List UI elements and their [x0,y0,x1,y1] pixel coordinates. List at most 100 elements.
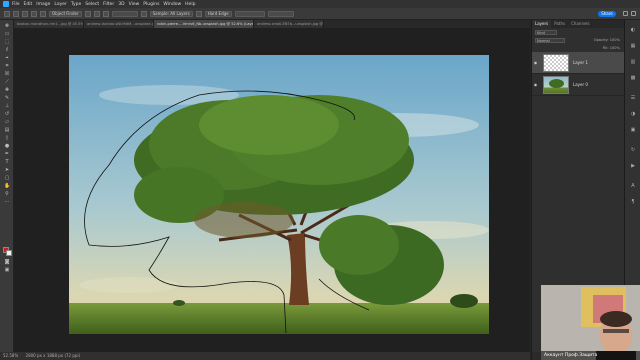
frame-tool-icon[interactable]: ☒ [4,72,10,77]
history-panel-icon[interactable]: ↻ [630,148,636,153]
menu-bar: File Edit Image Layer Type Select Filter… [0,0,640,8]
menu-plugins[interactable]: Plugins [143,2,159,7]
layer-row[interactable]: ◉ Layer 0 [532,74,624,96]
patterns-panel-icon[interactable]: ▩ [630,76,636,81]
share-button[interactable]: Share [598,11,616,17]
sample-all-layers[interactable]: Sample: All Layers [149,10,193,17]
blur-tool-icon[interactable]: ◊ [4,136,10,141]
hard-edge-label[interactable]: Hard Edge [204,10,232,17]
layer-name: Layer 1 [573,60,588,65]
blend-row: Normal Opacity: 100% [532,36,624,44]
dodge-tool-icon[interactable]: ● [4,144,10,149]
menu-edit[interactable]: Edit [24,2,33,7]
layer-thumbnail [543,75,569,94]
clone-stamp-tool-icon[interactable]: ⊥ [4,104,10,109]
gradient-tool-icon[interactable]: ▤ [4,128,10,133]
eye-icon[interactable]: ◉ [532,60,539,65]
eraser-tool-icon[interactable]: ▱ [4,120,10,125]
rectangle-tool-icon[interactable]: ▢ [4,176,10,181]
menu-window[interactable]: Window [163,2,181,7]
pen-tool-icon[interactable]: ✒ [4,152,10,157]
hand-tool-icon[interactable]: ✋ [4,184,10,189]
artboard-tool-icon[interactable]: ▭ [4,32,10,37]
opacity-field[interactable]: Opacity: 100% [594,38,620,42]
lasso-tool-icon[interactable]: ℓ [4,48,10,53]
webcam-video [541,285,640,360]
blend-mode-dropdown[interactable]: Normal [535,37,565,43]
home-icon[interactable] [4,10,10,17]
layer-name: Layer 0 [573,82,588,87]
mode-dropdown[interactable] [111,10,138,17]
select-subject-button[interactable] [234,10,265,17]
layer-row[interactable]: ◉ Layer 1 [532,52,624,74]
zoom-tool-icon[interactable]: ⚲ [4,192,10,197]
type-tool-icon[interactable]: T [4,160,10,165]
select-and-mask-button[interactable] [267,10,294,17]
sample-checkbox[interactable] [140,10,147,17]
quick-mask-icon[interactable]: ◙ [4,260,10,265]
actions-panel-icon[interactable]: ▶ [630,164,636,169]
tree-photo[interactable] [69,55,489,334]
photoshop-logo-icon[interactable] [3,1,9,7]
path-selection-tool-icon[interactable]: ➤ [4,168,10,173]
document-tab[interactable]: andrew-small-EN7b...unsplash.jpg @ 41.1% [254,20,324,28]
brush-tool-icon[interactable]: ✎ [4,96,10,101]
object-finder-toggle[interactable]: Object Finder [49,10,82,17]
object-selection-tool-icon[interactable]: ⌖ [4,56,10,61]
layer-kind-filter[interactable]: Kind [535,29,557,35]
refresh-icon[interactable] [84,10,91,17]
move-tool-icon[interactable]: ✥ [4,24,10,29]
zoom-level[interactable]: 52.58% [3,353,18,358]
new-selection-icon[interactable] [22,10,28,17]
tool-preset-icon[interactable] [13,10,19,17]
menu-select[interactable]: Select [85,2,99,7]
tools-panel: ✥ ▭ ⬚ ℓ ⌖ ⌗ ☒ ⟋ ✚ ✎ ⊥ ↺ ▱ ▤ ◊ ● ✒ T ➤ ▢ … [0,20,14,352]
fill-field[interactable]: Fill: 100% [603,46,620,50]
menu-filter[interactable]: Filter [103,2,114,7]
adjustments-panel-icon[interactable]: ◑ [630,112,636,117]
paragraph-panel-icon[interactable]: ¶ [630,200,636,205]
document-tab-active[interactable]: robin-pierre-...Vmrv6_Nb-unsplash.jpg @ … [154,20,254,28]
hard-edge-checkbox[interactable] [195,10,202,17]
menu-view[interactable]: View [129,2,140,7]
webcam-overlay: Аккаунт Проф.Защита [541,285,640,360]
crop-tool-icon[interactable]: ⌗ [4,64,10,69]
tree-image [69,55,489,334]
healing-brush-tool-icon[interactable]: ✚ [4,88,10,93]
document-tab[interactable]: boston-marathon-rlm1...jpg @ 45.5% (RGB/… [14,20,84,28]
history-brush-tool-icon[interactable]: ↺ [4,112,10,117]
color-panel-icon[interactable]: ◐ [630,28,636,33]
layer-thumbnail [543,53,569,72]
settings-gear-icon[interactable] [102,10,109,17]
background-color-swatch[interactable] [6,250,12,256]
canvas-area[interactable] [14,28,530,352]
eye-icon[interactable]: ◉ [532,82,539,87]
tab-paths[interactable]: Paths [551,20,568,28]
menu-file[interactable]: File [12,2,20,7]
screen-mode-icon[interactable]: ▣ [4,268,10,273]
swatches-panel-icon[interactable]: ▦ [630,44,636,49]
marquee-tool-icon[interactable]: ⬚ [4,40,10,45]
more-tools-icon[interactable]: ⋯ [4,200,10,205]
eyedropper-tool-icon[interactable]: ⟋ [4,80,10,85]
character-panel-icon[interactable]: A [630,184,636,189]
workspace-icon[interactable] [631,11,636,16]
menu-help[interactable]: Help [185,2,195,7]
menu-3d[interactable]: 3D [118,2,124,7]
gradients-panel-icon[interactable]: ▥ [630,60,636,65]
search-icon[interactable] [623,11,628,16]
fill-row: Fill: 100% [532,44,624,52]
tab-channels[interactable]: Channels [568,20,593,28]
document-tab[interactable]: andrew-dunbar-sNUrNtM...unsplash.jpg @ 4… [84,20,154,28]
menu-layer[interactable]: Layer [54,2,67,7]
tab-layers[interactable]: Layers [532,20,552,28]
properties-panel-icon[interactable]: ☰ [630,96,636,101]
subtract-selection-icon[interactable] [40,10,46,17]
document-tabs: boston-marathon-rlm1...jpg @ 45.5% (RGB/… [14,20,530,28]
options-bar: Object Finder Sample: All Layers Hard Ed… [0,8,640,20]
menu-image[interactable]: Image [36,2,50,7]
add-selection-icon[interactable] [31,10,37,17]
libraries-panel-icon[interactable]: ▣ [630,128,636,133]
menu-type[interactable]: Type [71,2,81,7]
show-objects-icon[interactable] [93,10,100,17]
